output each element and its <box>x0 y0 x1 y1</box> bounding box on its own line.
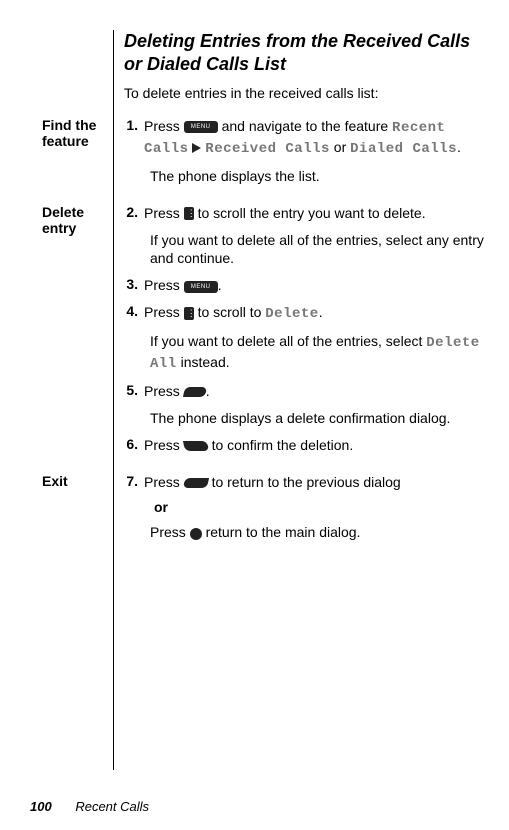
step-7-alt: Press return to the main dialog. <box>150 523 489 542</box>
step-2: 2. Press to scroll the entry you want to… <box>124 204 489 223</box>
step-number: 5. <box>124 382 144 401</box>
text-fragment: Press <box>144 437 184 453</box>
section-title: Deleting Entries from the Received Calls… <box>124 30 489 75</box>
footer-section-title: Recent Calls <box>75 799 149 814</box>
text-fragment: . <box>218 277 222 293</box>
steps-body-find: 1. Press MENU and navigate to the featur… <box>124 117 489 194</box>
text-fragment: . <box>457 139 461 155</box>
group-label-find: Find the feature <box>42 117 124 194</box>
end-key-icon <box>190 528 202 540</box>
step-1-followup: The phone displays the list. <box>150 167 489 186</box>
nav-arrow-icon <box>192 143 201 153</box>
step-text: Press to return to the previous dialog <box>144 473 489 492</box>
step-number: 1. <box>124 117 144 159</box>
step-6: 6. Press to confirm the deletion. <box>124 436 489 455</box>
text-fragment: If you want to delete all of the entries… <box>150 333 426 349</box>
step-text: Press to confirm the deletion. <box>144 436 489 455</box>
step-1: 1. Press MENU and navigate to the featur… <box>124 117 489 159</box>
text-fragment: to return to the previous dialog <box>208 474 401 490</box>
menu-key-icon: MENU <box>184 121 218 133</box>
vertical-divider <box>113 30 114 770</box>
step-7: 7. Press to return to the previous dialo… <box>124 473 489 492</box>
text-fragment: Press <box>144 383 184 399</box>
step-text: Press . <box>144 382 489 401</box>
text-fragment: Press <box>150 524 190 540</box>
step-4: 4. Press to scroll to Delete. <box>124 303 489 324</box>
step-3: 3. Press MENU. <box>124 276 489 295</box>
step-5-followup: The phone displays a delete confirmation… <box>150 409 489 428</box>
step-2-followup: If you want to delete all of the entries… <box>150 231 489 269</box>
group-find-feature: Find the feature 1. Press MENU and navig… <box>124 117 489 194</box>
page-footer: 100 Recent Calls <box>30 799 149 814</box>
text-fragment: instead. <box>177 354 230 370</box>
step-5: 5. Press . <box>124 382 489 401</box>
step-number: 3. <box>124 276 144 295</box>
text-fragment: . <box>206 383 210 399</box>
group-label-exit: Exit <box>42 473 124 551</box>
group-label-delete: Delete entry <box>42 204 124 463</box>
step-text: Press to scroll to Delete. <box>144 303 489 324</box>
scroll-key-icon <box>184 207 194 220</box>
step-number: 7. <box>124 473 144 492</box>
text-fragment: Press <box>144 118 184 134</box>
text-fragment: Press <box>144 304 184 320</box>
confirm-key-icon <box>183 441 209 451</box>
ok-key-icon <box>183 387 207 397</box>
step-text: Press MENU. <box>144 276 489 295</box>
group-exit: Exit 7. Press to return to the previous … <box>124 473 489 551</box>
feature-dialed-calls: Dialed Calls <box>350 141 457 157</box>
steps-body-delete: 2. Press to scroll the entry you want to… <box>124 204 489 463</box>
steps-body-exit: 7. Press to return to the previous dialo… <box>124 473 489 551</box>
intro-text: To delete entries in the received calls … <box>124 85 489 101</box>
option-delete: Delete <box>265 306 318 322</box>
text-fragment: . <box>319 304 323 320</box>
step-number: 4. <box>124 303 144 324</box>
step-text: Press MENU and navigate to the feature R… <box>144 117 489 159</box>
page-content: Deleting Entries from the Received Calls… <box>124 30 489 550</box>
text-fragment: Press <box>144 474 184 490</box>
page-number: 100 <box>30 799 52 814</box>
text-fragment: Press <box>144 277 184 293</box>
back-key-icon <box>183 478 209 488</box>
menu-key-icon: MENU <box>184 281 218 293</box>
text-fragment: Press <box>144 205 184 221</box>
step-number: 2. <box>124 204 144 223</box>
text-fragment: to confirm the deletion. <box>208 437 354 453</box>
step-text: Press to scroll the entry you want to de… <box>144 204 489 223</box>
text-fragment: or <box>330 139 350 155</box>
group-delete-entry: Delete entry 2. Press to scroll the entr… <box>124 204 489 463</box>
scroll-key-icon <box>184 307 194 320</box>
step-4-followup: If you want to delete all of the entries… <box>150 332 489 374</box>
or-label: or <box>154 499 489 515</box>
text-fragment: return to the main dialog. <box>202 524 361 540</box>
text-fragment: to scroll to <box>194 304 266 320</box>
text-fragment: to scroll the entry you want to delete. <box>194 205 426 221</box>
step-number: 6. <box>124 436 144 455</box>
feature-received-calls: Received Calls <box>205 141 330 157</box>
text-fragment: and navigate to the feature <box>218 118 392 134</box>
